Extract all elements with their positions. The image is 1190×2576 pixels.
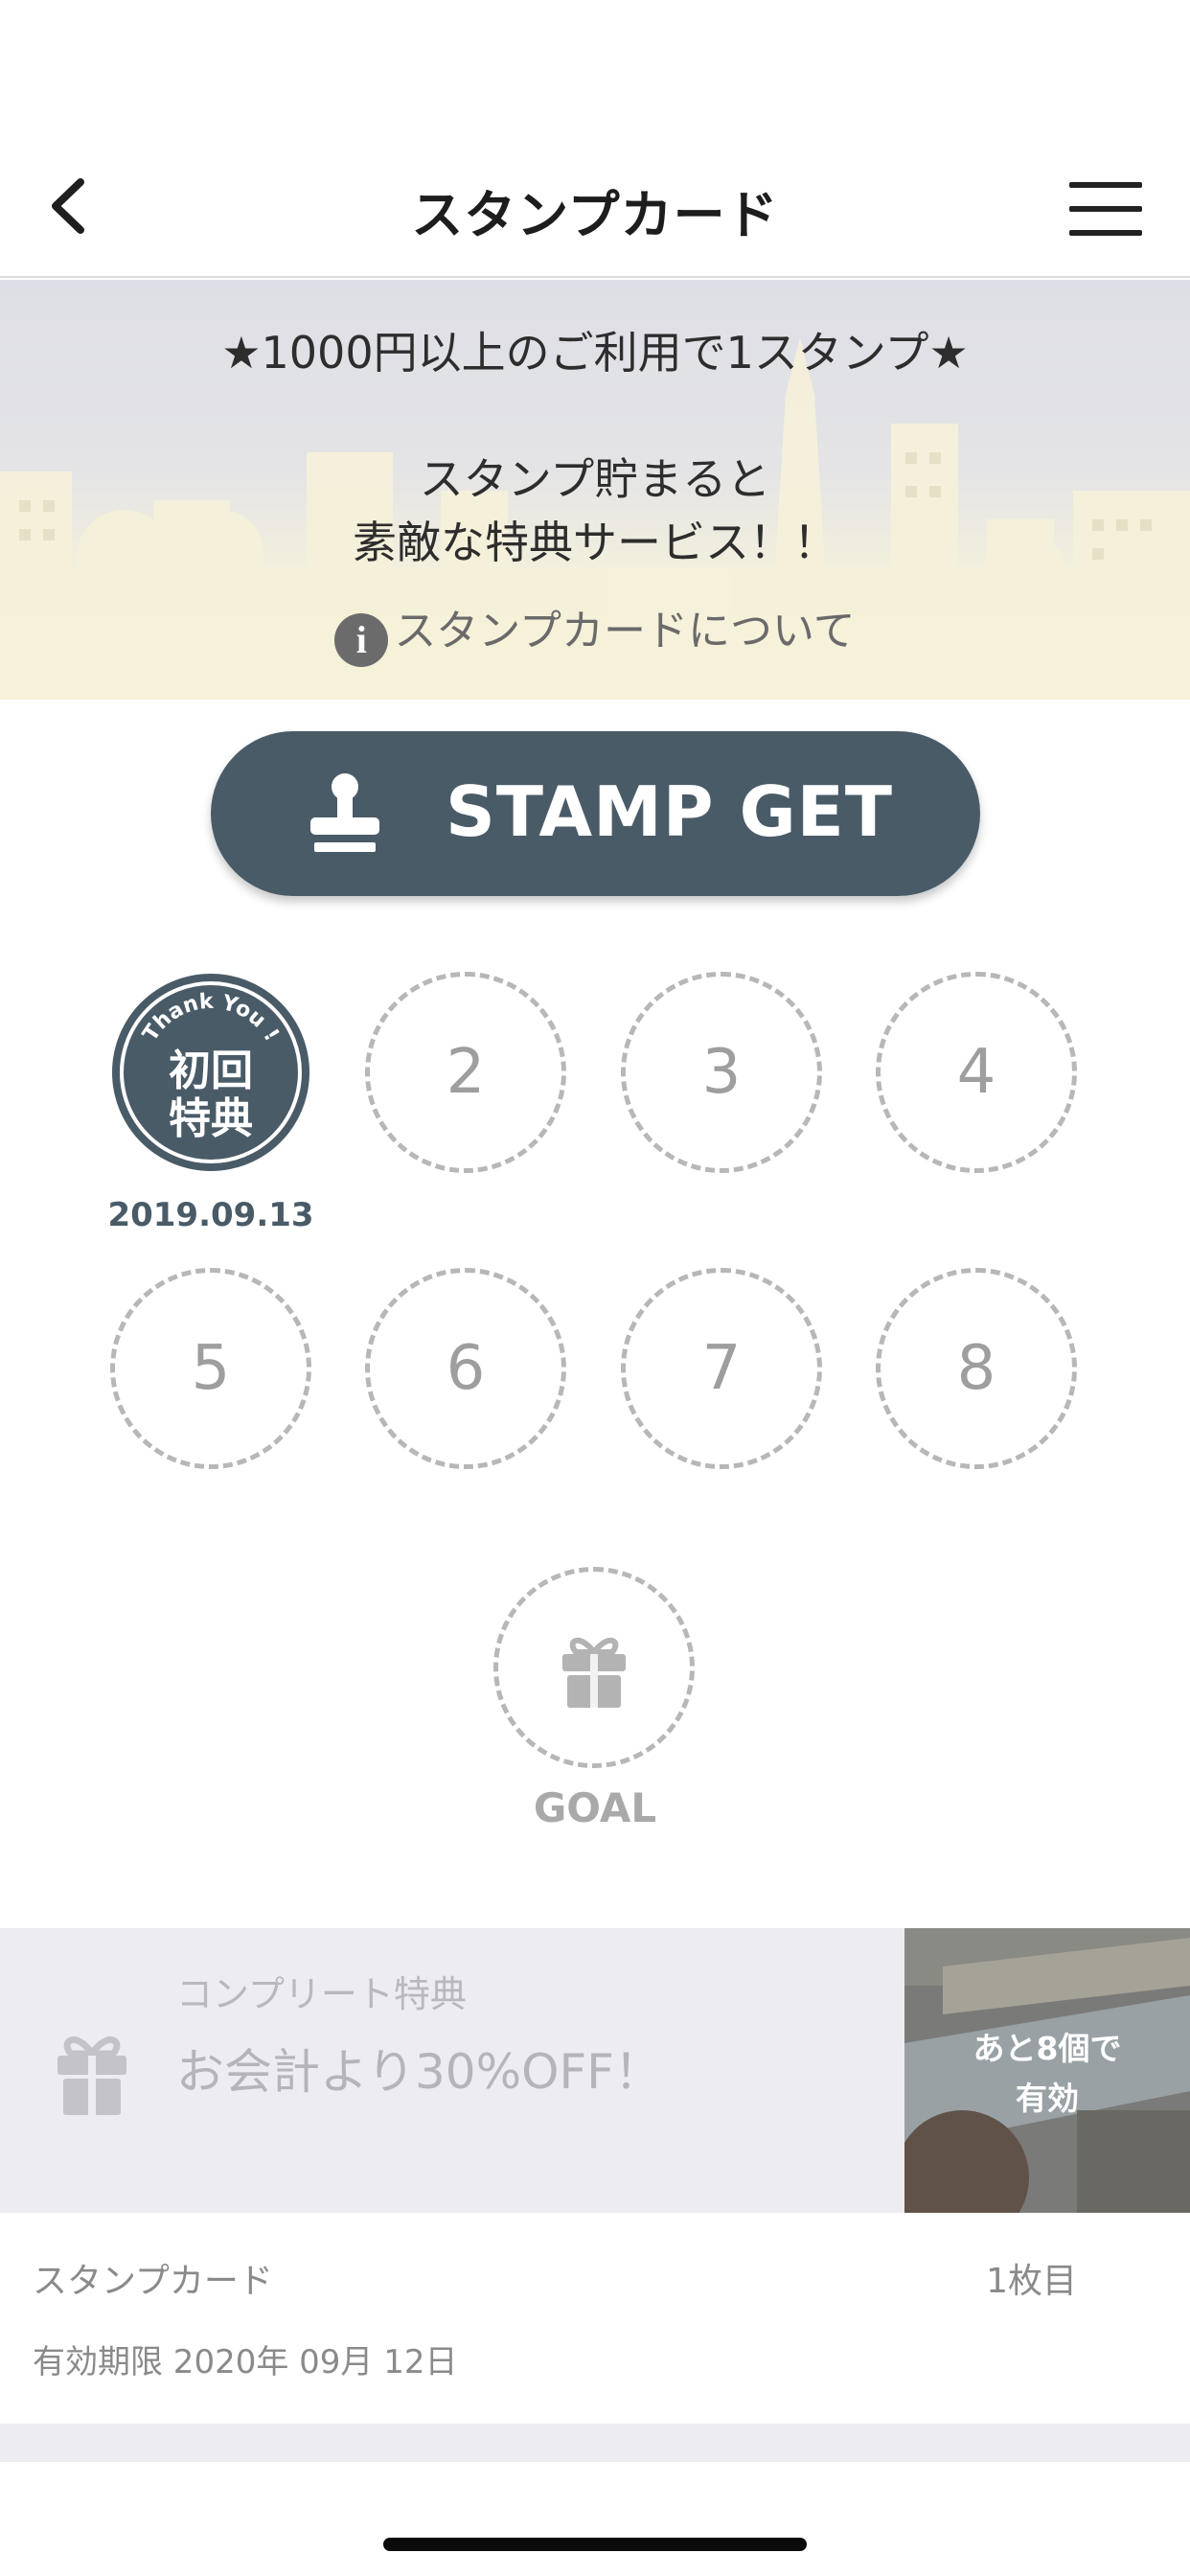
status-bar	[0, 0, 1190, 134]
page-title: スタンプカード	[411, 185, 779, 245]
gift-icon	[57, 2036, 126, 2115]
hamburger-menu-icon[interactable]	[1069, 182, 1142, 236]
stamp-slot-3: 3	[621, 972, 822, 1173]
card-name: スタンプカード	[33, 2262, 273, 2301]
banner-rule-text: ★1000円以上のご利用で1スタンプ★	[221, 327, 969, 379]
reward-remaining-line-1: あと8個で	[973, 2030, 1122, 2067]
banner-promo-text-1: スタンプ貯まると	[419, 453, 771, 505]
stamp-get-button[interactable]: STAMP GET	[211, 731, 980, 896]
stamp-badge-line-1: 初回	[169, 1046, 253, 1095]
reward-remaining-line-2: 有効	[1016, 2080, 1079, 2117]
reward-photo: あと8個で 有効	[904, 1928, 1190, 2213]
info-icon: i	[334, 613, 389, 667]
section-divider	[0, 2424, 1190, 2462]
reward-caption: コンプリート特典	[176, 1973, 467, 2015]
stamp-slot-4: 4	[876, 972, 1077, 1173]
about-link-label: スタンプカードについて	[394, 607, 856, 656]
stamp-slot-2: 2	[365, 972, 566, 1173]
about-stamp-card-link[interactable]: i スタンプカードについて	[0, 596, 1190, 667]
banner-promo-text-2: 素敵な特典サービス！！	[353, 517, 837, 568]
home-indicator[interactable]	[383, 2538, 807, 2551]
stamper-icon	[310, 773, 379, 852]
stamp-badge-line-2: 特典	[169, 1094, 253, 1143]
navigation-bar: スタンプカード	[0, 134, 1190, 278]
reward-offer: お会計より30%OFF！	[176, 2044, 663, 2100]
card-number: 1枚目	[986, 2262, 1077, 2301]
stamp-date: 2019.09.13	[107, 1196, 314, 1234]
goal-label: GOAL	[533, 1784, 657, 1831]
gift-icon	[562, 1638, 626, 1708]
first-visit-stamp: Thank You ! 初回 特典	[112, 974, 309, 1171]
stamp-slot-5: 5	[110, 1268, 311, 1469]
card-info: スタンプカード 1枚目 有効期限 2020年 09月 12日	[0, 2213, 1190, 2424]
reward-remaining-text: あと8個で 有効	[904, 2024, 1190, 2124]
stamp-slot-8: 8	[876, 1268, 1077, 1469]
info-banner: ★1000円以上のご利用で1スタンプ★ スタンプ貯まると 素敵な特典サービス！！…	[0, 280, 1190, 700]
card-expiry: 有効期限 2020年 09月 12日	[33, 2343, 458, 2381]
complete-reward-panel[interactable]: コンプリート特典 お会計より30%OFF！ あと8個で 有効	[0, 1928, 1190, 2213]
stamp-slot-7: 7	[621, 1268, 822, 1469]
stamp-get-label: STAMP GET	[446, 771, 893, 852]
goal-slot	[493, 1567, 695, 1768]
stamp-slot-6: 6	[365, 1268, 566, 1469]
